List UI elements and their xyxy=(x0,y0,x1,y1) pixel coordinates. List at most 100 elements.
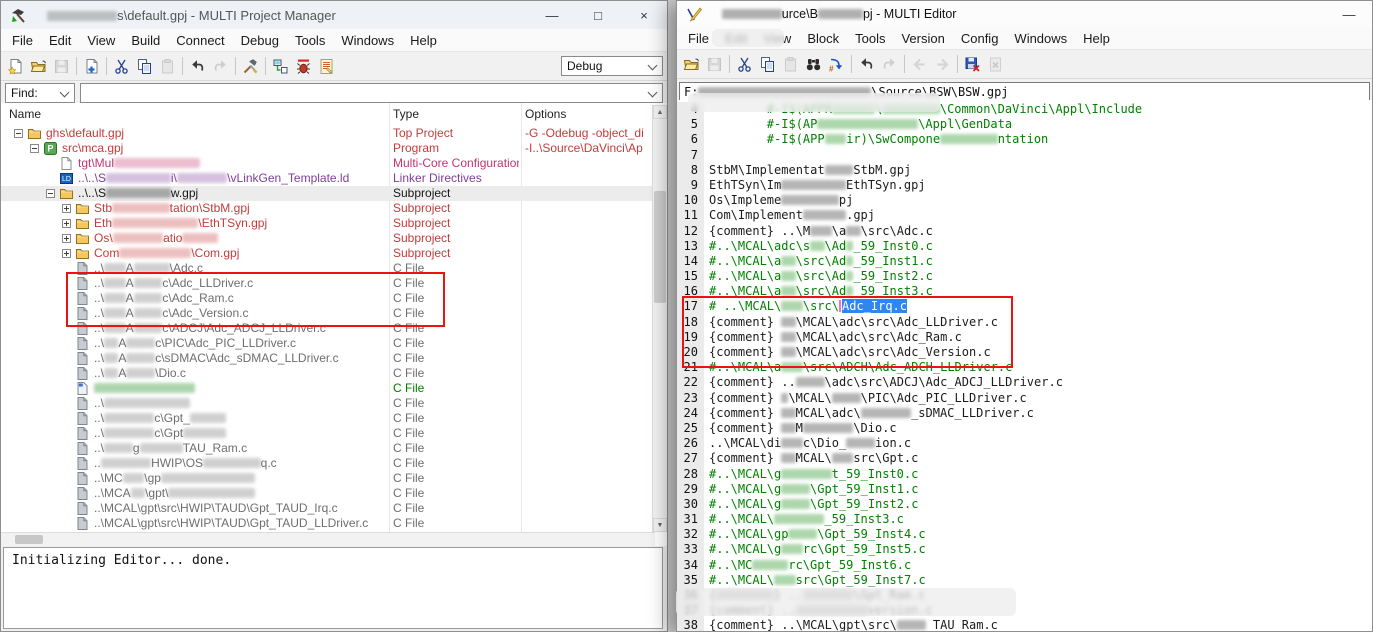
add-file-icon[interactable] xyxy=(80,55,103,77)
tree-vertical-scrollbar[interactable]: ▲ ▼ xyxy=(652,105,667,532)
code-line[interactable]: 26..\MCAL\dic\Dio_ion.c xyxy=(677,436,1372,451)
pm-maximize-button[interactable]: □ xyxy=(575,1,621,29)
ed-titlebar[interactable]: urce\Bpj - MULTI Editor — xyxy=(677,1,1372,27)
code-line[interactable]: 11Com\Implement.gpj xyxy=(677,208,1372,223)
pm-menu-tools[interactable]: Tools xyxy=(287,33,333,48)
collapse-icon[interactable] xyxy=(30,144,39,153)
build-icon[interactable] xyxy=(239,55,262,77)
find-mode-combo[interactable]: Find: xyxy=(5,83,75,103)
code-line[interactable]: 6 #-I$(APPir)\SwComponentation xyxy=(677,132,1372,147)
tree-row[interactable]: ..\MCAL\gpt\src\HWIP\TAUD\Gpt_TAUD_Irq.c… xyxy=(1,501,655,516)
undo-icon[interactable] xyxy=(855,53,878,75)
expand-icon[interactable] xyxy=(62,204,71,213)
code-line[interactable]: 10Os\Implemepj xyxy=(677,193,1372,208)
tree-row[interactable]: C File xyxy=(1,381,655,396)
tree-row[interactable]: ..\MCA\gpt\C File xyxy=(1,486,655,501)
tree-horizontal-scrollbar[interactable] xyxy=(1,532,655,546)
horizontal-scroll-thumb[interactable] xyxy=(15,535,43,544)
code-line[interactable]: 29#..\MCAL\g\Gpt_59_Inst1.c xyxy=(677,482,1372,497)
open-folder-icon[interactable] xyxy=(27,55,50,77)
code-line[interactable]: 28#..\MCAL\gt_59_Inst0.c xyxy=(677,467,1372,482)
column-header-name[interactable]: Name xyxy=(9,107,41,121)
code-line[interactable]: 9EthTSyn\ImEthTSyn.gpj xyxy=(677,178,1372,193)
output-pane[interactable]: Initializing Editor... done. xyxy=(3,547,663,629)
code-line[interactable]: 22{comment} ..\adc\src\ADCJ\Adc_ADCJ_LLD… xyxy=(677,375,1372,390)
pm-menu-connect[interactable]: Connect xyxy=(168,33,232,48)
tree-row[interactable]: tgt\MulMulti-Core Configuration xyxy=(1,156,655,171)
ed-menu-windows[interactable]: Windows xyxy=(1006,31,1075,46)
pm-menu-build[interactable]: Build xyxy=(123,33,168,48)
debugger-icon[interactable] xyxy=(292,55,315,77)
tree-row[interactable]: ..\Ac\sDMAC\Adc_sDMAC_LLDriver.cC File xyxy=(1,351,655,366)
expand-icon[interactable] xyxy=(62,249,71,258)
tree-row[interactable]: ..\Ac\PIC\Adc_PIC_LLDriver.cC File xyxy=(1,336,655,351)
tree-row[interactable]: ..HWIP\OSq.cC File xyxy=(1,456,655,471)
tree-row[interactable]: ..\c\Gpt_C File xyxy=(1,411,655,426)
code-line[interactable]: 32#..\MCAL\gp\Gpt_59_Inst4.c xyxy=(677,527,1372,542)
tree-row[interactable]: Psrc\mca.gpjProgram-I..\Source\DaVinci\A… xyxy=(1,141,655,156)
cut-icon[interactable] xyxy=(733,53,756,75)
pm-menu-debug[interactable]: Debug xyxy=(233,33,287,48)
pm-menu-edit[interactable]: Edit xyxy=(41,33,79,48)
tree-row[interactable]: ..\c\GptC File xyxy=(1,426,655,441)
code-line[interactable]: 24{comment} MCAL\adc\_sDMAC_LLDriver.c xyxy=(677,406,1372,421)
tree-row[interactable]: ..\gTAU_Ram.cC File xyxy=(1,441,655,456)
ed-menu-help[interactable]: Help xyxy=(1075,31,1118,46)
note-editor-icon[interactable] xyxy=(315,55,338,77)
code-line[interactable]: 34#..\MCrc\Gpt_59_Inst6.c xyxy=(677,558,1372,573)
collapse-icon[interactable] xyxy=(14,129,23,138)
find-icon[interactable] xyxy=(802,53,825,75)
tree-row[interactable]: ..\MC\gpC File xyxy=(1,471,655,486)
goto-line-icon[interactable]: # xyxy=(825,53,848,75)
code-line[interactable]: 27{comment} MCAL\src\Gpt.c xyxy=(677,451,1372,466)
code-line[interactable]: 14#..\MCAL\a\src\Ad_59_Inst1.c xyxy=(677,254,1372,269)
column-header-type[interactable]: Type xyxy=(393,107,419,121)
code-line[interactable]: 25{comment} M\Dio.c xyxy=(677,421,1372,436)
build-config-combo[interactable]: Debug xyxy=(561,56,663,76)
tree-row[interactable]: LD..\..\Si\\vLinkGen_Template.ldLinker D… xyxy=(1,171,655,186)
scroll-up-icon[interactable]: ▲ xyxy=(653,105,667,119)
ed-menu-tools[interactable]: Tools xyxy=(847,31,893,46)
code-line[interactable]: 15#..\MCAL\a\src\Ad_59_Inst2.c xyxy=(677,269,1372,284)
pm-menu-view[interactable]: View xyxy=(79,33,123,48)
code-line[interactable]: 12{comment} ..\M\a\src\Adc.c xyxy=(677,224,1372,239)
code-line[interactable]: 35#..\MCAL\src\Gpt_59_Inst7.c xyxy=(677,573,1372,588)
code-line[interactable]: 8StbM\ImplementatStbM.gpj xyxy=(677,163,1372,178)
tree-row[interactable]: Os\atioSubproject xyxy=(1,231,655,246)
open-folder-icon[interactable] xyxy=(680,53,703,75)
code-line[interactable]: 30#..\MCAL\g\Gpt_59_Inst2.c xyxy=(677,497,1372,512)
code-line[interactable]: 13#..\MCAL\adc\s\Ad_59_Inst0.c xyxy=(677,239,1372,254)
pm-close-button[interactable]: × xyxy=(621,1,667,29)
copy-icon[interactable] xyxy=(133,55,156,77)
code-line[interactable]: 31#..\MCAL\_59_Inst3.c xyxy=(677,512,1372,527)
connect-target-icon[interactable] xyxy=(269,55,292,77)
expand-icon[interactable] xyxy=(62,234,71,243)
scroll-down-icon[interactable]: ▼ xyxy=(653,518,667,532)
code-line[interactable]: 5 #-I$(AP\Appl\GenData xyxy=(677,117,1372,132)
ed-minimize-button[interactable]: — xyxy=(1326,1,1372,27)
column-header-options[interactable]: Options xyxy=(525,107,566,121)
tree-row[interactable]: Com\Com.gpjSubproject xyxy=(1,246,655,261)
tree-row[interactable]: ..\A\Dio.cC File xyxy=(1,366,655,381)
collapse-icon[interactable] xyxy=(46,189,55,198)
expand-icon[interactable] xyxy=(62,219,71,228)
copy-icon[interactable] xyxy=(756,53,779,75)
tree-row[interactable]: ..\..\Sw.gpjSubproject xyxy=(1,186,655,201)
undo-icon[interactable] xyxy=(186,55,209,77)
pm-menu-file[interactable]: File xyxy=(4,33,41,48)
save-close-icon[interactable] xyxy=(961,53,984,75)
tree-row[interactable]: ghs\default.gpjTop Project-G -Odebug -ob… xyxy=(1,126,655,141)
code-line[interactable]: 23{comment} \MCAL\\PIC\Adc_PIC_LLDriver.… xyxy=(677,391,1372,406)
cut-icon[interactable] xyxy=(110,55,133,77)
vertical-scroll-thumb[interactable] xyxy=(654,191,666,303)
pm-menu-help[interactable]: Help xyxy=(402,33,445,48)
code-line[interactable]: 33#..\MCAL\grc\Gpt_59_Inst5.c xyxy=(677,542,1372,557)
tree-row[interactable]: Eth\EthTSyn.gpjSubproject xyxy=(1,216,655,231)
pm-titlebar[interactable]: s\default.gpj - MULTI Project Manager —□… xyxy=(1,1,667,29)
pm-minimize-button[interactable]: — xyxy=(529,1,575,29)
ed-menu-block[interactable]: Block xyxy=(799,31,847,46)
code-line[interactable]: 7 xyxy=(677,148,1372,163)
find-history-combo[interactable] xyxy=(80,83,663,103)
tree-row[interactable]: ..\C File xyxy=(1,396,655,411)
ed-menu-version[interactable]: Version xyxy=(893,31,952,46)
